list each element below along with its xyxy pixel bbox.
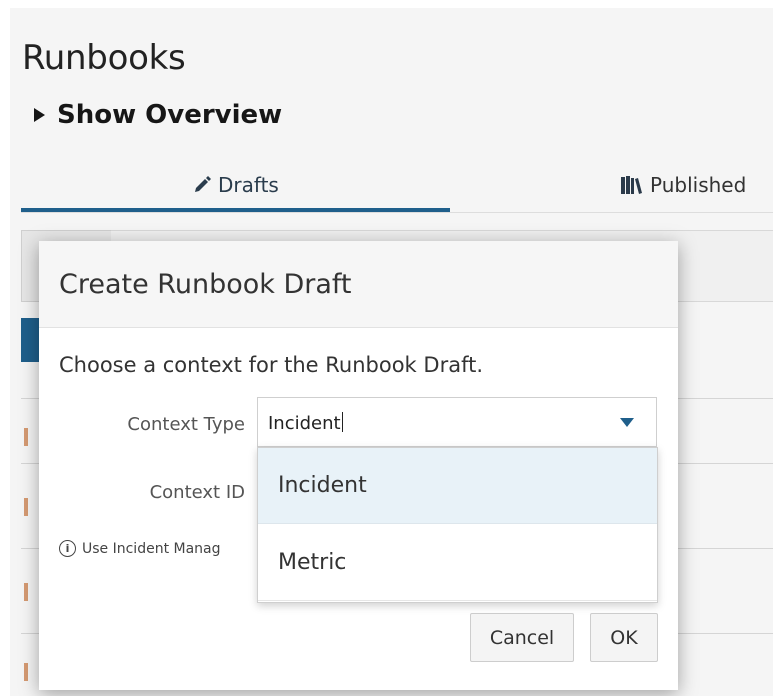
option-incident[interactable]: Incident [258,448,657,524]
expand-triangle-icon [34,108,45,122]
context-type-label: Context Type [127,414,245,435]
tab-published-label: Published [650,173,747,197]
background-row-marker [24,428,28,446]
show-overview-label: Show Overview [57,100,283,130]
chevron-down-icon[interactable] [620,418,634,427]
context-type-value: Incident [268,412,343,434]
context-type-select[interactable]: Incident [257,397,657,447]
page-title: Runbooks [22,38,186,78]
dialog-header: Create Runbook Draft [39,241,678,328]
help-hint-text: Use Incident Manag [82,540,221,557]
option-metric[interactable]: Metric [258,525,657,601]
pencil-icon [195,176,211,192]
background-row-marker [24,498,28,516]
context-type-dropdown: Incident Metric [257,447,658,603]
context-id-label: Context ID [149,482,245,503]
dialog-instructions: Choose a context for the Runbook Draft. [59,353,483,377]
ok-button[interactable]: OK [590,613,658,662]
background-row-marker [24,583,28,601]
tab-selected-indicator [21,208,450,212]
dialog-title: Create Runbook Draft [59,269,352,300]
show-overview-toggle[interactable]: Show Overview [34,100,282,130]
help-hint: i Use Incident Manag [59,540,259,557]
tab-drafts[interactable]: Drafts [192,173,279,197]
text-cursor [341,412,343,432]
background-row-marker [24,663,28,681]
tab-drafts-label: Drafts [218,173,279,197]
tab-divider [21,212,773,213]
books-icon [621,176,642,194]
cancel-button[interactable]: Cancel [470,613,574,662]
info-icon: i [59,540,76,557]
tab-published[interactable]: Published [620,173,746,197]
